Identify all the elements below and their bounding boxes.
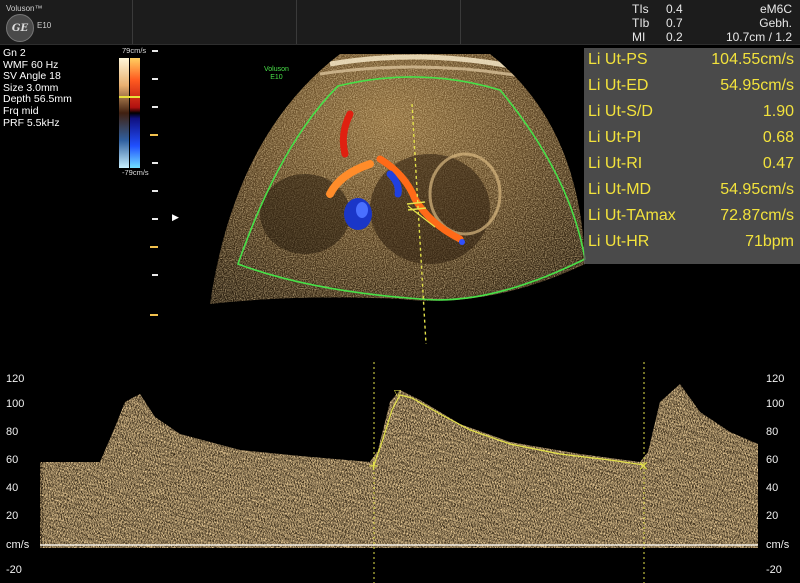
acoustic-param-row: TIb 0.7 Gebh. [632, 16, 792, 30]
measurement-row: Li Ut-RI 0.47 [588, 155, 794, 172]
acoustic-params: TIs 0.4 eM6C TIb 0.7 Gebh. MI 0.2 10.7cm / … [632, 2, 792, 44]
depth-tick [150, 246, 158, 248]
measurement-row: Li Ut-MD 54.95cm/s [588, 181, 794, 198]
bmode-image [210, 54, 586, 345]
axis-label-left: -20 [6, 564, 22, 576]
measurement-panel: Li Ut-PS 104.55cm/s Li Ut-ED 54.95cm/s L… [584, 48, 800, 264]
measurement-row: Li Ut-HR 71bpm [588, 233, 794, 250]
brand-name: Voluson™ [6, 4, 43, 13]
depth-tick [152, 190, 158, 192]
color-scale-min: -79cm/s [122, 168, 149, 177]
param-frequency: Frq mid [3, 104, 39, 117]
color-scale-max: 79cm/s [122, 46, 147, 55]
axis-label-right: 80 [766, 426, 779, 438]
brand-logo: Voluson™ GE E10 [6, 4, 126, 42]
depth-tick [152, 274, 158, 276]
axis-label-right: 120 [766, 373, 785, 385]
probe-name: eM6C [759, 2, 792, 16]
depth-readout: 10.7cm / 1.2 [725, 30, 792, 44]
axis-unit-left: cm/s [6, 539, 30, 551]
depth-tick [152, 78, 158, 80]
image-device-label: Voluson E10 [264, 66, 289, 81]
imaging-params: Gn 2 WMF 60 Hz SV Angle 18 Size 3.0mm De… [3, 47, 72, 129]
axis-label-right: 100 [766, 398, 785, 410]
color-scale-bar [119, 58, 140, 168]
depth-tick [152, 218, 158, 220]
measurement-row: Li Ut-TAmax 72.87cm/s [588, 207, 794, 224]
ge-logo-icon: GE [6, 14, 34, 42]
axis-label-left: 80 [6, 426, 19, 438]
header-divider [132, 0, 133, 44]
header-bar: Voluson™ GE E10 TIs 0.4 eM6C TIb 0.7 Gebh.… [0, 0, 800, 45]
axis-label-left: 100 [6, 398, 25, 410]
acoustic-param-row: MI 0.2 10.7cm / 1.2 [632, 30, 792, 44]
param-gain: Gn 2 [3, 47, 26, 59]
device-model: E10 [37, 21, 52, 30]
ultrasound-screen: Voluson™ GE E10 TIs 0.4 eM6C TIb 0.7 Gebh.… [0, 0, 800, 583]
axis-unit-right: cm/s [766, 539, 790, 551]
depth-tick [152, 162, 158, 164]
measurement-row: Li Ut-PI 0.68 [588, 129, 794, 146]
axis-label-right: 60 [766, 454, 779, 466]
velocity-axes: 120 100 80 60 40 20 cm/s -20 120 100 80 … [0, 362, 800, 583]
header-divider [460, 0, 461, 44]
depth-scale [148, 50, 160, 330]
focus-marker-icon: ▶ [172, 212, 179, 222]
depth-tick [150, 314, 158, 316]
axis-label-left: 20 [6, 510, 19, 522]
axis-label-right: -20 [766, 564, 782, 576]
measurement-row: Li Ut-PS 104.55cm/s [588, 51, 794, 68]
depth-tick [152, 106, 158, 108]
acoustic-param-row: TIs 0.4 eM6C [632, 2, 792, 16]
axis-label-left: 60 [6, 454, 19, 466]
application-name: Gebh. [759, 16, 792, 30]
axis-label-left: 120 [6, 373, 25, 385]
axis-label-right: 40 [766, 482, 779, 494]
measurement-row: Li Ut-S/D 1.90 [588, 103, 794, 120]
axis-label-left: 40 [6, 482, 19, 494]
measurement-row: Li Ut-ED 54.95cm/s [588, 77, 794, 94]
header-divider [296, 0, 297, 44]
tissue-region [210, 54, 585, 304]
depth-tick [152, 50, 158, 52]
depth-tick [150, 134, 158, 136]
axis-label-right: 20 [766, 510, 779, 522]
param-prf: PRF 5.5kHz [3, 116, 60, 129]
